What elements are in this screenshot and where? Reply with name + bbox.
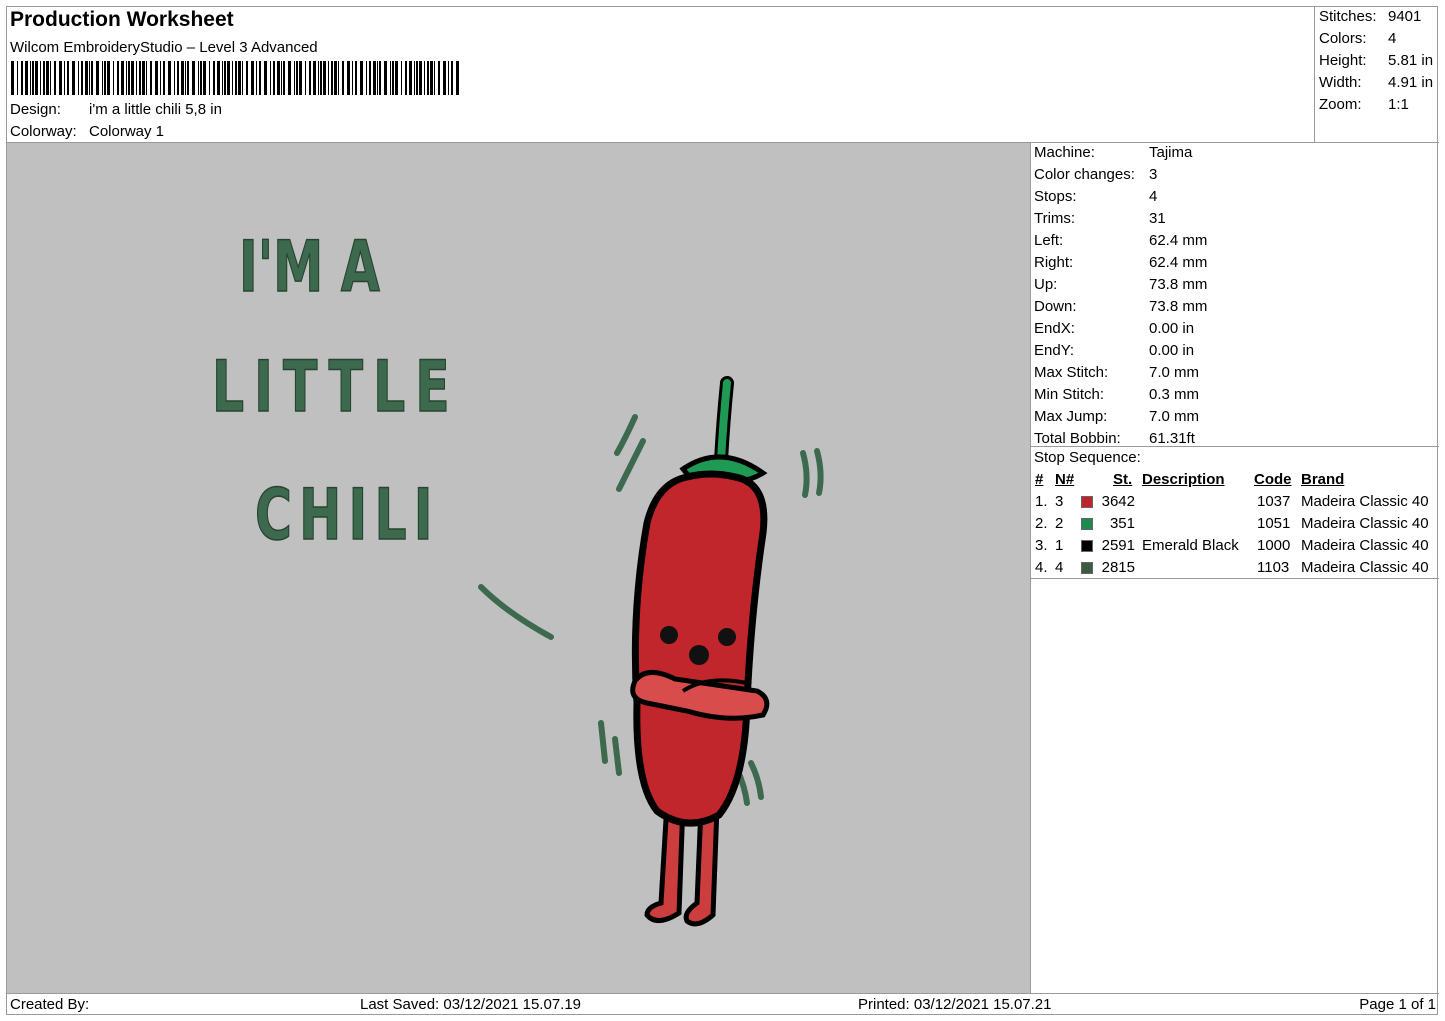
stop-sequence-table: Stop Sequence: # N# St. Description Code… bbox=[1031, 447, 1439, 579]
machine-row: Machine: Tajima bbox=[1034, 144, 1193, 161]
colorway-row: Colorway: Colorway 1 bbox=[10, 123, 164, 140]
stat-width: Width: 4.91 in bbox=[1319, 74, 1434, 91]
stat-colors: Colors: 4 bbox=[1319, 30, 1397, 47]
stop-sequence-label: Stop Sequence: bbox=[1034, 449, 1141, 466]
production-worksheet: Production Worksheet Wilcom EmbroiderySt… bbox=[6, 6, 1439, 1015]
design-value: i'm a little chili 5,8 in bbox=[89, 101, 222, 118]
col-header-n: N# bbox=[1055, 471, 1075, 488]
stop-row-num: 1. bbox=[1035, 493, 1048, 510]
stop-row-stitches: 3642 bbox=[1101, 493, 1135, 510]
thread-color-swatch bbox=[1081, 540, 1093, 552]
stop-row-stitches: 2591 bbox=[1101, 537, 1135, 554]
stop-row-num: 4. bbox=[1035, 559, 1048, 576]
stat-zoom: Zoom: 1:1 bbox=[1319, 96, 1409, 113]
stop-row-num: 2. bbox=[1035, 515, 1048, 532]
stop-row-code: 1051 bbox=[1257, 515, 1291, 532]
thread-color-swatch bbox=[1081, 496, 1093, 508]
design-text-line-2: LITTLE bbox=[212, 347, 460, 428]
design-label: Design: bbox=[10, 101, 61, 118]
stop-row-needle: 2 bbox=[1055, 515, 1064, 532]
endy-row: EndY: 0.00 in bbox=[1034, 342, 1195, 359]
stop-row-code: 1000 bbox=[1257, 537, 1291, 554]
machine-info-panel: Machine: Tajima Color changes: 3 Stops: 4 T… bbox=[1031, 143, 1439, 447]
last-saved: Last Saved: 03/12/2021 15.07.19 bbox=[360, 996, 582, 1013]
chili-design: I'M A LITTLE CHILI bbox=[211, 226, 824, 927]
stop-row-code: 1103 bbox=[1257, 559, 1290, 576]
up-row: Up: 73.8 mm bbox=[1034, 276, 1208, 293]
stop-row-brand: Madeira Classic 40 bbox=[1301, 515, 1429, 532]
design-preview: I'M A LITTLE CHILI bbox=[7, 143, 1031, 993]
col-header-brand: Brand bbox=[1301, 471, 1345, 488]
worksheet-footer: Created By: Last Saved: 03/12/2021 15.07… bbox=[7, 993, 1439, 1015]
colorway-value: Colorway 1 bbox=[89, 123, 165, 140]
colorway-label: Colorway: bbox=[10, 123, 77, 140]
left-row: Left: 62.4 mm bbox=[1034, 232, 1208, 249]
design-text-line-3: CHILI bbox=[255, 475, 440, 556]
col-header-st: St. bbox=[1113, 471, 1133, 488]
total-bobbin-row: Total Bobbin: 61.31ft bbox=[1034, 430, 1195, 447]
thread-color-swatch bbox=[1081, 518, 1093, 530]
col-header-description: Description bbox=[1142, 471, 1225, 488]
design-row: Design: i'm a little chili 5,8 in bbox=[10, 101, 222, 118]
created-by: Created By: bbox=[10, 996, 90, 1013]
stop-row-code: 1037 bbox=[1257, 493, 1291, 510]
page-title: Production Worksheet bbox=[10, 8, 234, 31]
col-header-code: Code bbox=[1254, 471, 1292, 488]
stop-row-needle: 3 bbox=[1055, 493, 1064, 510]
trims-row: Trims: 31 bbox=[1034, 210, 1166, 227]
stop-row-needle: 1 bbox=[1055, 537, 1064, 554]
stop-row-stitches: 351 bbox=[1109, 515, 1135, 532]
stop-row-stitches: 2815 bbox=[1101, 559, 1135, 576]
stop-row-description: Emerald Black bbox=[1142, 537, 1239, 554]
printed-date: Printed: 03/12/2021 15.07.21 bbox=[858, 996, 1052, 1013]
stop-row-brand: Madeira Classic 40 bbox=[1301, 559, 1429, 576]
thread-color-swatch bbox=[1081, 562, 1093, 574]
stop-row-num: 3. bbox=[1035, 537, 1048, 554]
col-header-num: # bbox=[1035, 471, 1044, 488]
endx-row: EndX: 0.00 in bbox=[1034, 320, 1195, 337]
page-number: Page 1 of 1 bbox=[1359, 996, 1436, 1013]
stop-row-needle: 4 bbox=[1055, 559, 1064, 576]
design-stats: Stitches: 9401 Colors: 4 Height: 5.81 in Wi… bbox=[1315, 7, 1439, 143]
max-jump-row: Max Jump: 7.0 mm bbox=[1034, 408, 1200, 425]
stops-row: Stops: 4 bbox=[1034, 188, 1158, 205]
software-name: Wilcom EmbroideryStudio – Level 3 Advanc… bbox=[10, 39, 318, 56]
stat-stitches: Stitches: 9401 bbox=[1319, 8, 1422, 25]
barcode-icon bbox=[11, 61, 459, 95]
color-changes-row: Color changes: 3 bbox=[1034, 166, 1158, 183]
min-stitch-row: Min Stitch: 0.3 mm bbox=[1034, 386, 1200, 403]
stop-row-brand: Madeira Classic 40 bbox=[1301, 537, 1429, 554]
design-text-line-1: I'M A bbox=[239, 227, 380, 308]
stop-row-brand: Madeira Classic 40 bbox=[1301, 493, 1429, 510]
worksheet-header: Production Worksheet Wilcom EmbroiderySt… bbox=[7, 7, 1315, 143]
stat-height: Height: 5.81 in bbox=[1319, 52, 1434, 69]
max-stitch-row: Max Stitch: 7.0 mm bbox=[1034, 364, 1200, 381]
down-row: Down: 73.8 mm bbox=[1034, 298, 1208, 315]
right-row: Right: 62.4 mm bbox=[1034, 254, 1208, 271]
